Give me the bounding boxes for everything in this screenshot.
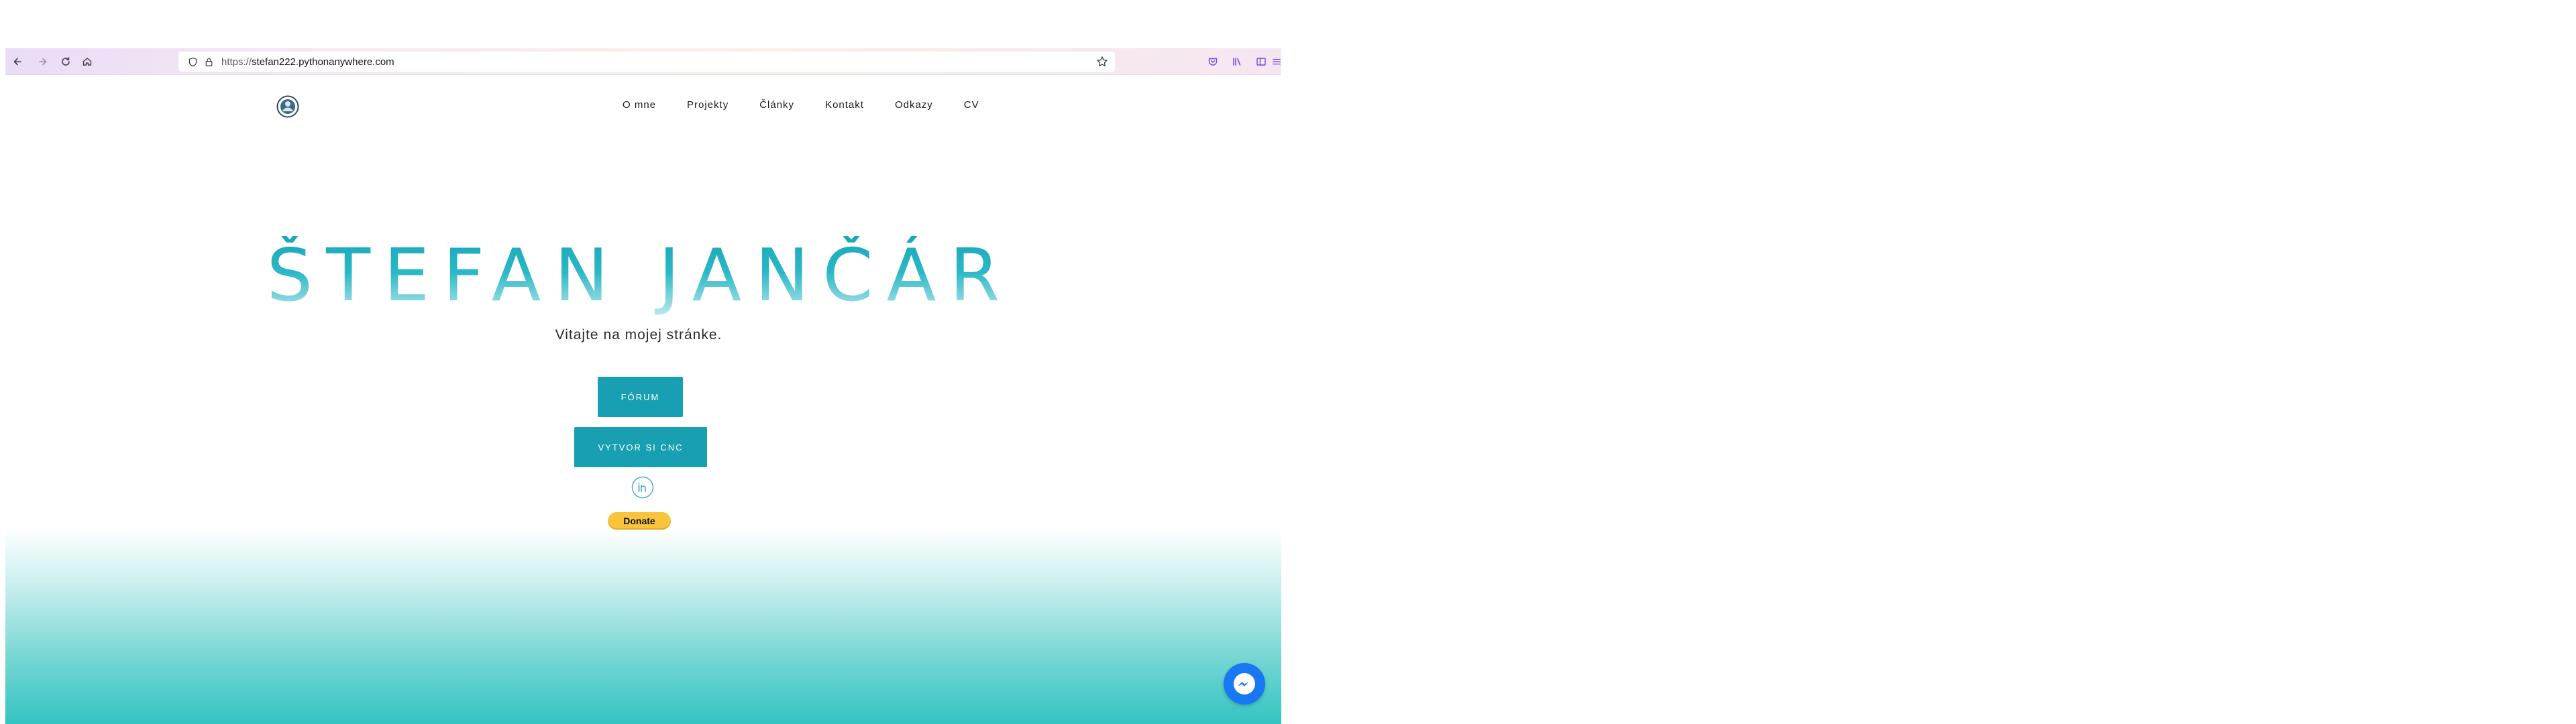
- pocket-button[interactable]: [1203, 52, 1222, 71]
- browser-toolbar: https://stefan222.pythonanywhere.com: [5, 48, 1281, 75]
- cnc-button[interactable]: VYTVOR SI CNC: [574, 427, 707, 467]
- menu-button[interactable]: [1272, 52, 1281, 71]
- nav-item-o-mne[interactable]: O mne: [623, 97, 656, 113]
- forum-button[interactable]: FÓRUM: [598, 377, 683, 417]
- forward-icon: [39, 58, 47, 66]
- nav-item-odkazy[interactable]: Odkazy: [895, 97, 933, 113]
- hero-subtitle: Vitajte na mojej stránke.: [555, 327, 722, 343]
- home-icon: [83, 58, 92, 66]
- nav-item-projekty[interactable]: Projekty: [687, 97, 729, 113]
- reload-button[interactable]: [56, 52, 75, 71]
- site-logo[interactable]: [276, 95, 299, 118]
- forward-button[interactable]: [34, 52, 52, 71]
- nav-item-cv[interactable]: CV: [964, 97, 979, 113]
- url-scheme: https://: [221, 56, 252, 68]
- messenger-icon: [1234, 673, 1255, 695]
- back-icon: [13, 58, 21, 66]
- bookmark-star-icon[interactable]: [1096, 56, 1108, 68]
- linkedin-icon[interactable]: [631, 476, 654, 499]
- library-button[interactable]: [1228, 52, 1246, 71]
- page-viewport: O mne Projekty Články Kontakt Odkazy CV …: [5, 75, 1281, 724]
- nav-item-clanky[interactable]: Články: [759, 97, 794, 113]
- reload-icon: [62, 57, 70, 66]
- back-button[interactable]: [8, 52, 27, 71]
- sidebar-button[interactable]: [1252, 52, 1271, 71]
- library-icon: [1233, 58, 1241, 66]
- shield-icon[interactable]: [186, 56, 199, 68]
- sidebar-icon: [1256, 58, 1266, 66]
- url-text[interactable]: https://stefan222.pythonanywhere.com: [221, 56, 394, 68]
- url-bar[interactable]: https://stefan222.pythonanywhere.com: [178, 52, 1115, 72]
- nav-item-kontakt[interactable]: Kontakt: [825, 97, 864, 113]
- pocket-icon: [1208, 58, 1218, 66]
- donate-button[interactable]: Donate: [608, 512, 671, 530]
- url-host: stefan222.pythonanywhere.com: [252, 56, 394, 68]
- messenger-chat-button[interactable]: [1224, 663, 1265, 705]
- lock-icon[interactable]: [203, 56, 215, 68]
- bottom-gradient: [5, 528, 1281, 724]
- menu-icon: [1273, 58, 1281, 65]
- main-nav: O mne Projekty Články Kontakt Odkazy CV: [623, 97, 1010, 113]
- hero-title: ŠTEFAN JANČÁR: [5, 236, 1275, 316]
- home-button[interactable]: [78, 52, 97, 71]
